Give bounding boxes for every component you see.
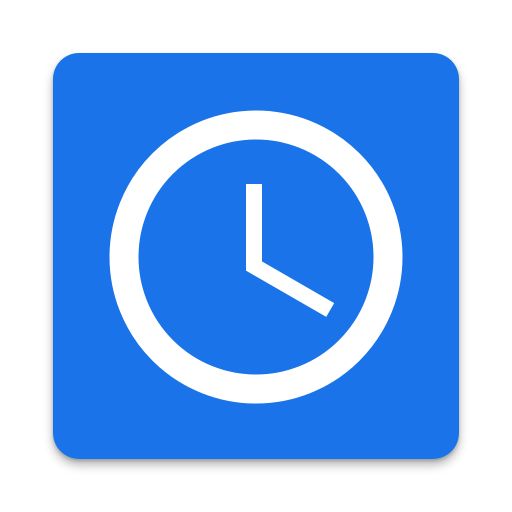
icon-stage xyxy=(0,0,512,512)
clock-icon xyxy=(53,53,459,459)
app-icon-tile[interactable] xyxy=(53,53,459,459)
